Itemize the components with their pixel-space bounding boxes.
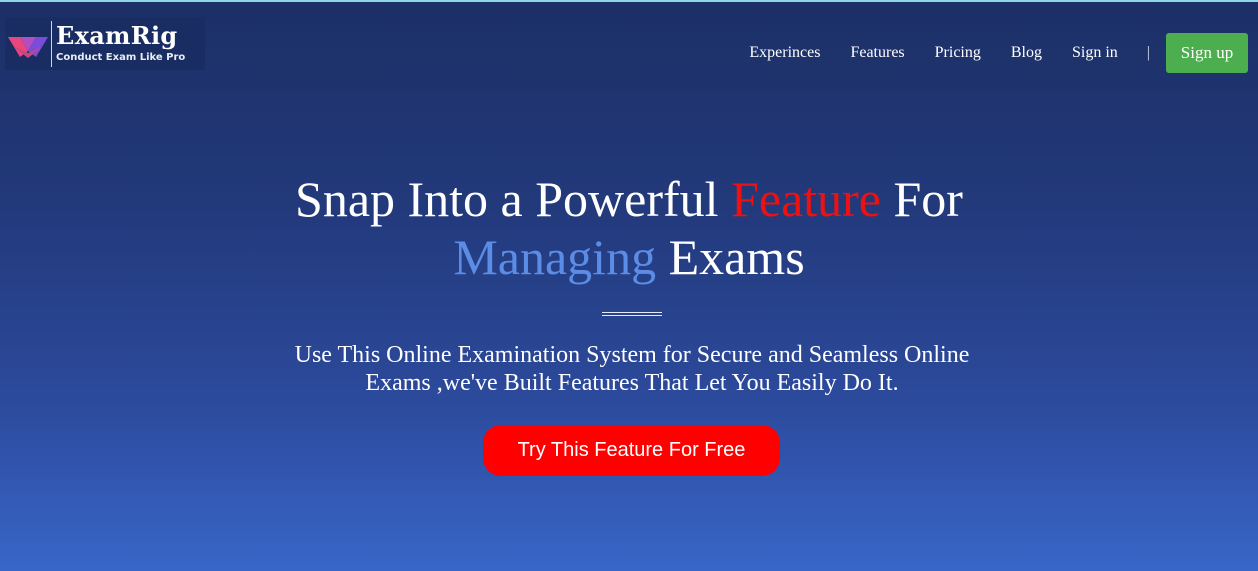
examrig-logo-icon <box>5 24 51 64</box>
nav-link-experinces[interactable]: Experinces <box>749 44 820 62</box>
hero-subtitle-line1: Use This Online Examination System for S… <box>294 342 970 368</box>
nav-separator: | <box>1146 44 1150 61</box>
brand-tagline: Conduct Exam Like Pro <box>56 51 186 63</box>
nav-link-features[interactable]: Features <box>850 44 904 62</box>
nav-link-pricing[interactable]: Pricing <box>935 44 981 62</box>
hero-title: Snap Into a Powerful Feature For Managing… <box>0 170 1258 286</box>
hero-title-highlight-feature: Feature <box>731 171 881 227</box>
site-header: ExamRig Conduct Exam Like Pro Experinces… <box>0 2 1258 82</box>
brand-name: ExamRig <box>56 20 178 50</box>
hero-title-part3: Exams <box>656 229 805 285</box>
brand-logo[interactable]: ExamRig Conduct Exam Like Pro <box>5 17 205 70</box>
nav-link-blog[interactable]: Blog <box>1011 44 1042 62</box>
nav-link-sign-in[interactable]: Sign in <box>1072 44 1118 62</box>
logo-text: ExamRig Conduct Exam Like Pro <box>56 20 186 65</box>
logo-divider <box>51 20 52 67</box>
hero-title-part2: For <box>881 171 963 227</box>
sign-up-button[interactable]: Sign up <box>1166 33 1248 73</box>
hero-subtitle: Use This Online Examination System for S… <box>240 341 1024 397</box>
main-nav: Experinces Features Pricing Blog Sign in… <box>749 33 1248 73</box>
hero-subtitle-line2: Exams ,we've Built Features That Let You… <box>365 370 899 396</box>
hero-title-part1: Snap Into a Powerful <box>295 171 732 227</box>
try-feature-free-button[interactable]: Try This Feature For Free <box>483 425 780 476</box>
hero-divider <box>602 312 662 316</box>
hero-title-highlight-managing: Managing <box>453 229 657 285</box>
